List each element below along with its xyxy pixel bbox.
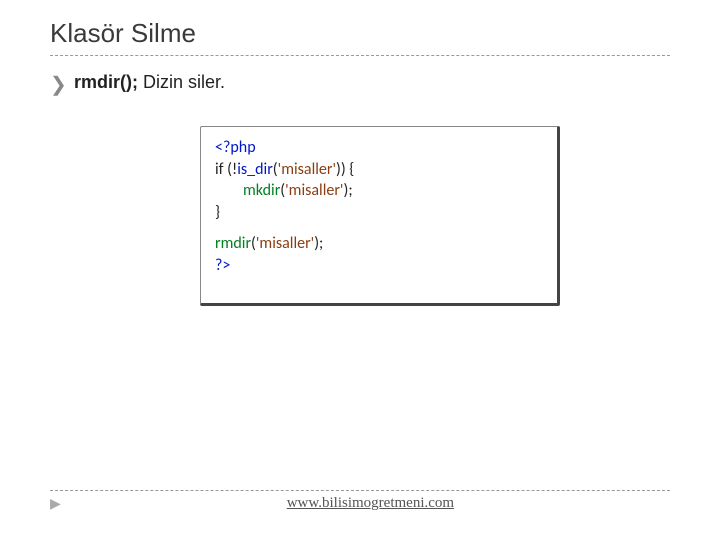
page-title: Klasör Silme <box>50 18 670 56</box>
token-php-open: <?php <box>215 138 256 157</box>
desc-bold: rmdir(); <box>74 72 138 92</box>
description-row: ❯ rmdir(); Dizin siler. <box>50 72 670 96</box>
code-line-2: if (!is_dir('misaller')) { <box>215 159 543 181</box>
description-text: rmdir(); Dizin siler. <box>74 72 225 93</box>
code-line-1: <?php <box>215 137 543 159</box>
token-cond-end: )) { <box>336 160 354 179</box>
token-rmdir: rmdir <box>215 234 251 253</box>
code-line-6: ?> <box>215 255 543 277</box>
token-if: if (! <box>215 160 237 179</box>
desc-rest: Dizin siler. <box>138 72 225 92</box>
token-mkdir: mkdir <box>243 181 280 200</box>
token-isdir: is_dir <box>237 160 273 179</box>
token-string-1: 'misaller' <box>278 160 336 179</box>
footer-url: www.bilisimogretmeni.com <box>71 495 670 512</box>
token-php-close: ?> <box>215 256 230 275</box>
code-line-3: mkdir('misaller'); <box>215 180 543 202</box>
token-string-2: 'misaller' <box>285 181 343 200</box>
token-close-1: ); <box>343 181 352 200</box>
token-close-2: ); <box>314 234 323 253</box>
token-string-3: 'misaller' <box>256 234 314 253</box>
footer: ▶ www.bilisimogretmeni.com <box>50 490 670 512</box>
token-brace-close: } <box>215 203 220 222</box>
code-line-5: rmdir('misaller'); <box>215 233 543 255</box>
code-block: <?php if (!is_dir('misaller')) { mkdir('… <box>200 126 560 306</box>
footer-play-icon: ▶ <box>50 495 61 512</box>
code-line-4: } <box>215 202 543 224</box>
bullet-icon: ❯ <box>50 74 64 96</box>
